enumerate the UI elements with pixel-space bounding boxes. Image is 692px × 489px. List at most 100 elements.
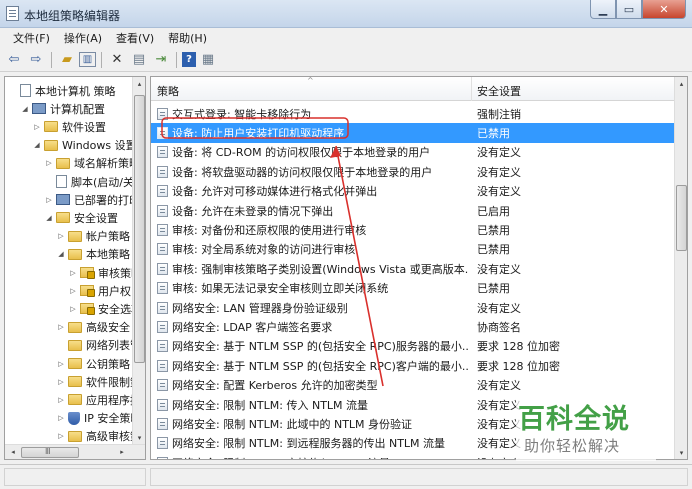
expand-icon[interactable]: ▷ [57,323,65,331]
collapse-icon[interactable]: ◢ [45,214,53,222]
tree-item[interactable]: ▷ 高级安全 Windows 防火墙 [57,318,133,337]
collapse-icon[interactable]: ◢ [33,141,41,149]
menu-view[interactable]: 查看(V) [109,30,161,46]
collapse-icon[interactable]: ◢ [57,250,65,258]
expand-icon[interactable]: ▷ [57,378,65,386]
security-setting-value: 协商签名 [477,321,521,335]
tree-item[interactable]: ◢ 本地策略 [57,245,130,264]
scroll-down-arrow[interactable]: ▾ [133,431,145,445]
tree-item-label: 安全选项 [98,302,133,316]
table-row[interactable]: 审核: 对全局系统对象的访问进行审核 已禁用 [151,240,675,259]
table-row[interactable]: 设备: 将软盘驱动器的访问权限仅限于本地登录的用户 没有定义 [151,162,675,181]
tree-item[interactable]: ▷ 公钥策略 [57,354,130,373]
scroll-thumb[interactable] [676,185,687,251]
table-row[interactable]: 审核: 强制审核策略子类别设置(Windows Vista 或更高版本... 没有… [151,259,675,278]
expand-icon[interactable]: ▷ [69,287,77,295]
show-hide-tree-icon[interactable]: ▥ [79,52,96,67]
tree-vertical-scrollbar[interactable]: ▴ ▾ [132,77,145,445]
folder-icon [56,157,70,169]
scroll-left-arrow[interactable]: ◂ [6,445,20,459]
back-arrow-icon[interactable]: ⇦ [4,50,24,70]
table-row[interactable]: 网络安全: LAN 管理器身份验证级别 没有定义 [151,298,675,317]
security-setting-value: 没有定义 [477,398,521,412]
security-setting-value: 没有定义 [477,418,521,432]
expand-icon[interactable]: ▷ [57,232,65,240]
menu-help[interactable]: 帮助(H) [161,30,214,46]
up-folder-icon[interactable]: ▰ [57,50,77,70]
tree-item[interactable]: ▷ 软件限制策略 [57,372,133,391]
help-icon[interactable]: ? [182,52,196,67]
table-row[interactable]: 设备: 将 CD-ROM 的访问权限仅限于本地登录的用户 没有定义 [151,143,675,162]
tree-item[interactable]: ▷ 安全选项 [69,299,133,318]
expand-icon[interactable]: ▷ [33,123,41,131]
tree-item[interactable]: ▷ 已部署的打印机 [45,190,133,209]
expand-icon[interactable]: ▷ [69,305,77,313]
scroll-up-arrow[interactable]: ▴ [675,77,687,91]
list-vertical-scrollbar[interactable]: ▴ ▾ [674,77,687,459]
export-list-icon[interactable]: ⇥ [151,50,171,70]
tree-item[interactable]: ◢ 计算机配置 [21,99,105,118]
properties-icon[interactable]: ▤ [129,50,149,70]
status-cell [150,468,688,486]
tree-item[interactable]: ◢ 安全设置 [45,208,118,227]
tree-item[interactable]: ▷ IP 安全策略 [57,409,133,428]
scroll-up-arrow[interactable]: ▴ [133,77,145,91]
column-header-setting[interactable]: 安全设置 [477,83,521,99]
tree-horizontal-scrollbar[interactable]: ◂ Ⅲ ▸ [5,444,145,459]
column-divider[interactable] [471,77,472,101]
menu-file[interactable]: 文件(F) [6,30,57,46]
tree-item[interactable]: 本地计算机 策略 [9,81,116,100]
tree-item[interactable]: ▷ 域名解析策略 [45,154,133,173]
policy-icon [157,282,168,295]
close-button[interactable]: ✕ [642,0,686,19]
expand-icon[interactable]: ▷ [45,159,53,167]
policy-icon [157,243,168,256]
expand-icon[interactable]: ▷ [45,196,53,204]
expand-icon[interactable]: ▷ [57,432,65,440]
delete-icon[interactable]: ✕ [107,50,127,70]
watermark-title: 百科全说 [518,404,630,435]
table-row[interactable]: 网络安全: 基于 NTLM SSP 的(包括安全 RPC)客户端的最小... 要求… [151,356,675,375]
security-setting-value: 已禁用 [477,282,510,296]
table-row[interactable]: 交互式登录: 智能卡移除行为 强制注销 [151,104,675,123]
table-row[interactable]: 网络安全: 配置 Kerberos 允许的加密类型 没有定义 [151,376,675,395]
tree-item[interactable]: ▷ 软件设置 [33,117,106,136]
tree-item[interactable]: ▷ 帐户策略 [57,227,130,246]
expand-icon[interactable]: ▷ [57,414,65,422]
scroll-thumb[interactable]: Ⅲ [21,447,79,458]
table-row[interactable]: 设备: 允许在未登录的情况下弹出 已启用 [151,201,675,220]
folder-icon [68,248,82,260]
tree-item[interactable]: ◢ Windows 设置 [33,136,133,155]
tree-item[interactable]: ▷ 用户权限分配 [69,281,133,300]
table-row[interactable]: 网络安全: LDAP 客户端签名要求 协商签名 [151,317,675,336]
maximize-button[interactable]: ▭ [616,0,642,19]
expand-icon[interactable]: ▷ [57,396,65,404]
table-row-selected[interactable]: 设备: 防止用户安装打印机驱动程序 已禁用 [151,123,675,143]
collapse-icon[interactable]: ◢ [21,105,29,113]
printer-icon [56,194,70,206]
scroll-down-arrow[interactable]: ▾ [675,446,687,459]
tree-item-label: 应用程序控制策略 [86,393,133,407]
expand-icon[interactable]: ▷ [57,360,65,368]
tree-item[interactable]: ▷ 高级审核策略配置 [57,427,133,445]
policy-name: 设备: 将软盘驱动器的访问权限仅限于本地登录的用户 [172,165,433,179]
tree-item[interactable]: 网络列表管理器策略 [57,336,133,355]
forward-arrow-icon[interactable]: ⇨ [26,50,46,70]
table-row[interactable]: 审核: 如果无法记录安全审核则立即关闭系统 已禁用 [151,279,675,298]
table-row[interactable]: 审核: 对备份和还原权限的使用进行审核 已禁用 [151,220,675,239]
tree-item[interactable]: ▷ 应用程序控制策略 [57,390,133,409]
minimize-button[interactable]: ▁ [590,0,616,19]
scroll-right-arrow[interactable]: ▸ [115,445,129,459]
table-row[interactable]: 网络安全: 基于 NTLM SSP 的(包括安全 RPC)服务器的最小... 要求… [151,337,675,356]
menu-action[interactable]: 操作(A) [57,30,109,46]
security-setting-value: 没有定义 [477,379,521,393]
folder-icon [68,321,82,333]
tree-item[interactable]: 脚本(启动/关机) [45,172,133,191]
table-row[interactable]: 设备: 允许对可移动媒体进行格式化并弹出 没有定义 [151,182,675,201]
column-header-policy[interactable]: 策略 [157,83,179,99]
tree-item[interactable]: ▷ 审核策略 [69,263,133,282]
scroll-thumb[interactable] [134,95,145,363]
view-icon[interactable]: ▦ [198,50,218,70]
expand-icon[interactable]: ▷ [69,269,77,277]
policy-name: 设备: 允许对可移动媒体进行格式化并弹出 [172,185,378,199]
